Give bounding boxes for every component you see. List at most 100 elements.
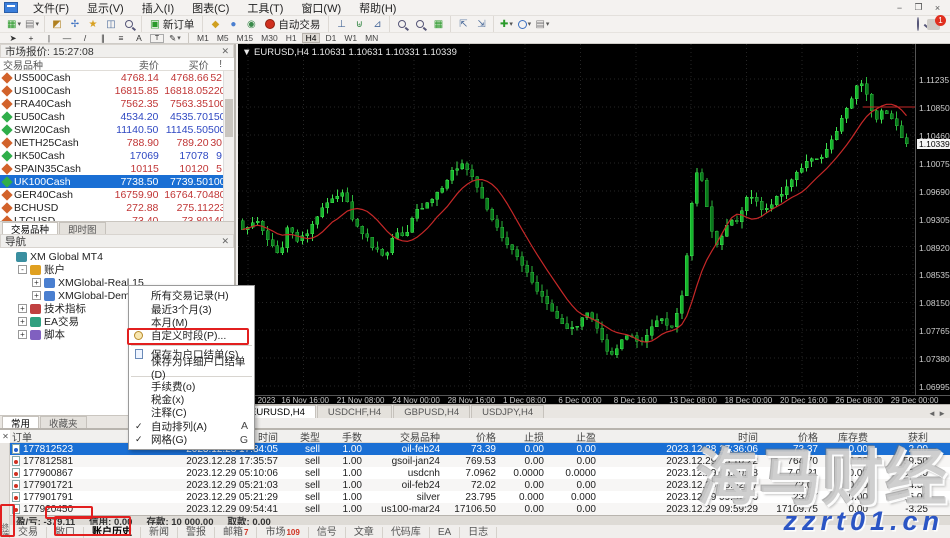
col-header-11[interactable]: 获利 [874,429,934,444]
timeframe-M30[interactable]: M30 [258,33,281,43]
fibonacci-tool-icon[interactable]: ≡ [114,33,128,43]
tree-item-XM Global MT4[interactable]: XM Global MT4 [2,250,234,263]
col-header-8[interactable]: 时间 [602,429,764,444]
timeframe-MN[interactable]: MN [362,33,381,43]
col-header-2[interactable]: 类型 [284,429,326,444]
history-row-177812581[interactable]: 1778125812023.12.28 17:35:57sell1.00gsoi… [10,455,950,467]
zoom-in-icon[interactable] [394,17,410,31]
crosshair-tool-icon[interactable]: + [24,33,38,43]
history-row-177901791[interactable]: 1779017912023.12.29 05:21:29sell1.00silv… [10,491,950,503]
market-row-EU50Cash[interactable]: EU50Cash4534.204535.70150 [0,110,234,123]
autotrading-button[interactable]: 自动交易 [260,17,325,31]
timeframe-M15[interactable]: M15 [234,33,257,43]
navigator-close-icon[interactable]: ✕ [221,236,229,247]
menu-0[interactable]: 文件(F) [24,0,78,17]
mw-tab-交易品种[interactable]: 交易品种 [2,222,58,234]
timeframe-H1[interactable]: H1 [283,33,300,43]
menu-item-本月M[interactable]: 本月(M) [129,316,254,329]
market-row-SWI20Cash[interactable]: SWI20Cash11140.5011145.50500 [0,123,234,136]
col-header-6[interactable]: 止损 [502,429,550,444]
horizontal-line-tool-icon[interactable]: — [60,33,74,43]
candlestick-mode-icon[interactable]: ⊎ [351,17,367,31]
menu-item-自动排列A[interactable]: ✓自动排列(A)A [129,420,254,433]
terminal-side-strip[interactable]: 终端 [0,443,10,538]
restore-button[interactable]: ❐ [910,2,927,14]
auto-arrange-icon[interactable]: ⇱ [455,17,471,31]
col-header-9[interactable]: 价格 [764,429,824,444]
history-row-177901721[interactable]: 1779017212023.12.29 05:21:03sell1.00oil-… [10,479,950,491]
menu-4[interactable]: 工具(T) [238,0,292,17]
chart-tab-GBPUSD,H4[interactable]: GBPUSD,H4 [393,405,470,418]
metaeditor-icon[interactable]: ◆ [207,17,223,31]
tile-windows-icon[interactable]: ▦ [430,17,446,31]
indicators-icon[interactable]: ✚▾ [498,17,514,31]
timeframe-H4[interactable]: H4 [302,33,321,43]
terminal-tab-警报[interactable]: 警报 [178,527,215,538]
tree-item-账户[interactable]: -账户 [2,263,234,276]
chart-plot[interactable]: ▼ EURUSD,H4 1.10631 1.10631 1.10331 1.10… [238,44,915,395]
cursor-tool-icon[interactable]: ➤ [6,33,20,43]
market-row-UK100Cash[interactable]: UK100Cash7738.507739.50100 [0,175,234,188]
price-axis[interactable]: 1.112351.108501.104601.100751.096901.093… [915,44,950,395]
market-watch-toggle-icon[interactable]: ✢ [67,17,83,31]
market-row-SPAIN35Cash[interactable]: SPAIN35Cash10115101205 [0,162,234,175]
new-order-button[interactable]: ▣ 新订单 [145,17,199,31]
vertical-line-tool-icon[interactable]: | [42,33,56,43]
menu-5[interactable]: 窗口(W) [292,0,350,17]
terminal-tab-敞口[interactable]: 敞口 [47,527,84,538]
new-chart-icon[interactable]: ▦▾ [6,17,22,31]
menu-2[interactable]: 插入(I) [133,0,183,17]
menu-3[interactable]: 图表(C) [183,0,238,17]
menu-item-税金x[interactable]: 税金(x) [129,393,254,406]
chat-icon[interactable]: ● [225,17,241,31]
menu-item-保存为详细户口结单D[interactable]: 保存为详细户口结单(D) [129,361,254,374]
zoom-out-icon[interactable] [412,17,428,31]
menu-item-注释C[interactable]: 注释(C) [129,406,254,419]
terminal-tab-交易[interactable]: 交易 [10,527,47,538]
menu-item-所有交易记录H[interactable]: 所有交易记录(H) [129,289,254,302]
terminal-tab-EA[interactable]: EA [430,527,460,538]
menu-item-最近3个月3[interactable]: 最近3个月(3) [129,302,254,315]
bar-chart-mode-icon[interactable]: ⊥ [333,17,349,31]
notification-icon[interactable]: 1 [927,19,940,30]
col-header-0[interactable]: 订单 [10,429,134,444]
timeframe-M5[interactable]: M5 [214,33,232,43]
timeframe-M1[interactable]: M1 [194,33,212,43]
market-watch-scrollbar[interactable] [223,71,234,221]
close-button[interactable]: × [929,2,946,14]
terminal-tab-账户历史[interactable]: 账户历史 [84,527,141,538]
market-row-BCHUSD[interactable]: BCHUSD272.88275.11223 [0,201,234,214]
minimize-button[interactable]: − [891,2,908,14]
trendline-tool-icon[interactable]: / [78,33,92,43]
templates-icon[interactable]: ▤▾ [534,17,550,31]
profiles-icon[interactable]: ▤▾ [24,17,40,31]
chart-shift-icon[interactable]: ◩ [49,17,65,31]
terminal-tab-代码库[interactable]: 代码库 [383,527,430,538]
market-row-LTCUSD[interactable]: LTCUSD73.4073.80140 [0,214,234,221]
periods-clock-icon[interactable]: ▾ [516,17,532,31]
search-icon[interactable] [917,18,919,30]
chart-tab-USDJPY,H4[interactable]: USDJPY,H4 [471,405,544,418]
line-chart-mode-icon[interactable]: ⊿ [369,17,385,31]
timeframe-D1[interactable]: D1 [322,33,339,43]
terminal-tab-文章[interactable]: 文章 [346,527,383,538]
channel-tool-icon[interactable]: ∥ [96,33,110,43]
market-row-NETH25Cash[interactable]: NETH25Cash788.90789.2030 [0,136,234,149]
community-globe-icon[interactable]: ◉ [243,17,259,31]
timeframe-W1[interactable]: W1 [341,33,360,43]
menu-6[interactable]: 帮助(H) [350,0,405,17]
col-header-5[interactable]: 价格 [446,429,502,444]
chart-tab-scroll-arrows[interactable]: ◄ ► [928,409,950,418]
nav-tab-收藏夹[interactable]: 收藏夹 [40,416,87,428]
terminal-tab-市场[interactable]: 市场109 [257,527,308,538]
nav-tab-常用[interactable]: 常用 [2,416,39,428]
chart-tab-USDCHF,H4[interactable]: USDCHF,H4 [317,405,392,418]
market-row-GER40Cash[interactable]: GER40Cash16759.9016764.70480 [0,188,234,201]
terminal-tab-日志[interactable]: 日志 [460,527,497,538]
label-tool-icon[interactable]: T [150,34,164,43]
market-row-US100Cash[interactable]: US100Cash16815.8516818.05220 [0,84,234,97]
navigator-toggle-icon[interactable]: ★ [85,17,101,31]
terminal-tab-信号[interactable]: 信号 [309,527,346,538]
terminal-tab-邮箱[interactable]: 邮箱7 [215,527,257,538]
mw-tab-即时图[interactable]: 即时图 [59,222,106,234]
